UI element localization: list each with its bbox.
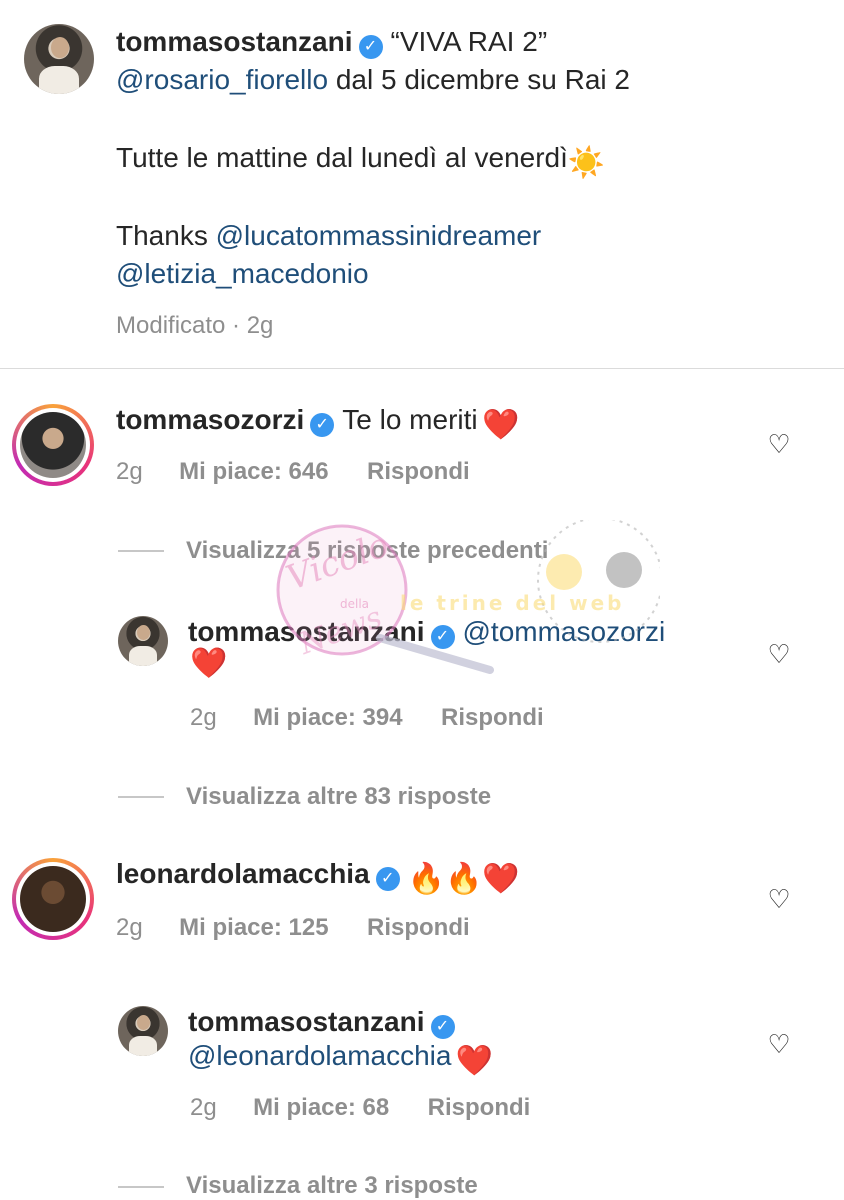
comment-text: Te lo meriti bbox=[342, 404, 478, 435]
caption-line-1: tommasostanzani ✓ “VIVA RAI 2” bbox=[116, 26, 547, 59]
reply-time: 2g bbox=[190, 704, 217, 731]
caption-divider bbox=[0, 368, 844, 369]
comment-time: 2g bbox=[116, 914, 143, 941]
verified-badge-icon: ✓ bbox=[358, 34, 383, 59]
caption-line-3: Tutte le mattine dal lunedì al venerdì☀️ bbox=[116, 142, 605, 180]
view-more-replies[interactable]: Visualizza altre 3 risposte bbox=[186, 1172, 478, 1200]
reply-2-meta: 2g Mi piace: 68 Rispondi bbox=[190, 1094, 530, 1122]
heart-emoji: ❤️ bbox=[190, 647, 228, 680]
comment-likes[interactable]: Mi piace: 646 bbox=[179, 458, 328, 485]
comment-username[interactable]: leonardolamacchia bbox=[116, 858, 370, 889]
mention-rosario[interactable]: @rosario_fiorello bbox=[116, 64, 328, 95]
reply-username[interactable]: tommasostanzani bbox=[188, 616, 425, 647]
heart-emoji: ❤️ bbox=[455, 1044, 494, 1078]
reply-1-header: tommasostanzani ✓ @tommasozorzi bbox=[188, 616, 665, 649]
caption-username[interactable]: tommasostanzani bbox=[116, 26, 353, 57]
heart-outline-icon[interactable]: ♡ bbox=[765, 430, 793, 458]
verified-badge-icon: ✓ bbox=[310, 412, 335, 437]
reply-time: 2g bbox=[190, 1094, 217, 1121]
reply-1-emoji-line: ❤️ bbox=[190, 646, 227, 681]
reply-button[interactable]: Rispondi bbox=[367, 914, 470, 941]
mention-letizia[interactable]: @letizia_macedonio bbox=[116, 258, 369, 289]
watermark-brand-text: le trine del web bbox=[400, 591, 624, 615]
reply-1-meta: 2g Mi piace: 394 Rispondi bbox=[190, 704, 544, 732]
mention-lucatommassini[interactable]: @lucatommassinidreamer bbox=[216, 220, 542, 251]
mention-tommasozorzi[interactable]: @tommasozorzi bbox=[463, 616, 666, 647]
comment-1-header: tommasozorzi ✓ Te lo meriti ❤️ bbox=[116, 404, 519, 442]
caption-meta: Modificato · 2g bbox=[116, 312, 274, 339]
heart-emoji: ❤️ bbox=[482, 408, 520, 442]
avatar-head-shape bbox=[50, 36, 69, 58]
avatar-shirt-shape bbox=[129, 646, 157, 666]
comment-likes[interactable]: Mi piace: 125 bbox=[179, 914, 328, 941]
view-more-replies[interactable]: Visualizza altre 83 risposte bbox=[186, 783, 491, 811]
verified-badge-icon: ✓ bbox=[430, 1014, 455, 1039]
reply-button[interactable]: Rispondi bbox=[428, 1094, 531, 1121]
verified-badge-icon: ✓ bbox=[375, 866, 400, 891]
replies-dash bbox=[118, 796, 164, 798]
caption-line-4: Thanks @lucatommassinidreamer bbox=[116, 220, 541, 252]
caption-line-5: @letizia_macedonio bbox=[116, 258, 369, 290]
reply-avatar[interactable] bbox=[118, 1006, 168, 1056]
caption-line-2: @rosario_fiorello dal 5 dicembre su Rai … bbox=[116, 64, 630, 96]
reply-likes[interactable]: Mi piace: 394 bbox=[253, 704, 402, 731]
mention-leonardolamacchia[interactable]: @leonardolamacchia bbox=[188, 1040, 451, 1071]
comment-username[interactable]: tommasozorzi bbox=[116, 404, 304, 435]
replies-dash bbox=[118, 1186, 164, 1188]
verified-badge-icon: ✓ bbox=[430, 624, 455, 649]
sun-icon: ☀️ bbox=[567, 146, 606, 180]
reply-2-body: @leonardolamacchia ❤️ bbox=[188, 1040, 493, 1078]
view-previous-replies[interactable]: Visualizza 5 risposte precedenti bbox=[186, 537, 548, 565]
heart-outline-icon[interactable]: ♡ bbox=[765, 640, 793, 668]
fire-heart-emoji: 🔥🔥❤️ bbox=[407, 862, 520, 896]
comment-2-meta: 2g Mi piace: 125 Rispondi bbox=[116, 914, 470, 942]
reply-button[interactable]: Rispondi bbox=[441, 704, 544, 731]
comment-avatar[interactable] bbox=[20, 866, 86, 932]
avatar-head-shape bbox=[137, 625, 150, 640]
comment-1-meta: 2g Mi piace: 646 Rispondi bbox=[116, 458, 470, 486]
comment-avatar[interactable] bbox=[20, 412, 86, 478]
replies-dash bbox=[118, 550, 164, 552]
reply-avatar[interactable] bbox=[118, 616, 168, 666]
caption-thanks-text: Thanks bbox=[116, 220, 216, 251]
caption-avatar[interactable] bbox=[24, 24, 94, 94]
reply-likes[interactable]: Mi piace: 68 bbox=[253, 1094, 389, 1121]
avatar-head-shape bbox=[137, 1015, 150, 1030]
caption-title: “VIVA RAI 2” bbox=[390, 26, 548, 57]
avatar-shirt-shape bbox=[39, 66, 79, 94]
avatar-shirt-shape bbox=[129, 1036, 157, 1056]
comment-time: 2g bbox=[116, 458, 143, 485]
reply-username[interactable]: tommasostanzani bbox=[188, 1006, 425, 1037]
heart-outline-icon[interactable]: ♡ bbox=[765, 1030, 793, 1058]
reply-button[interactable]: Rispondi bbox=[367, 458, 470, 485]
reply-2-header: tommasostanzani ✓ bbox=[188, 1006, 463, 1039]
caption-date-text: dal 5 dicembre su Rai 2 bbox=[328, 64, 631, 95]
heart-outline-icon[interactable]: ♡ bbox=[765, 885, 793, 913]
comment-2-header: leonardolamacchia ✓ 🔥🔥❤️ bbox=[116, 858, 520, 896]
watermark-small-text: della bbox=[340, 597, 369, 611]
caption-schedule-text: Tutte le mattine dal lunedì al venerdì bbox=[116, 142, 568, 173]
